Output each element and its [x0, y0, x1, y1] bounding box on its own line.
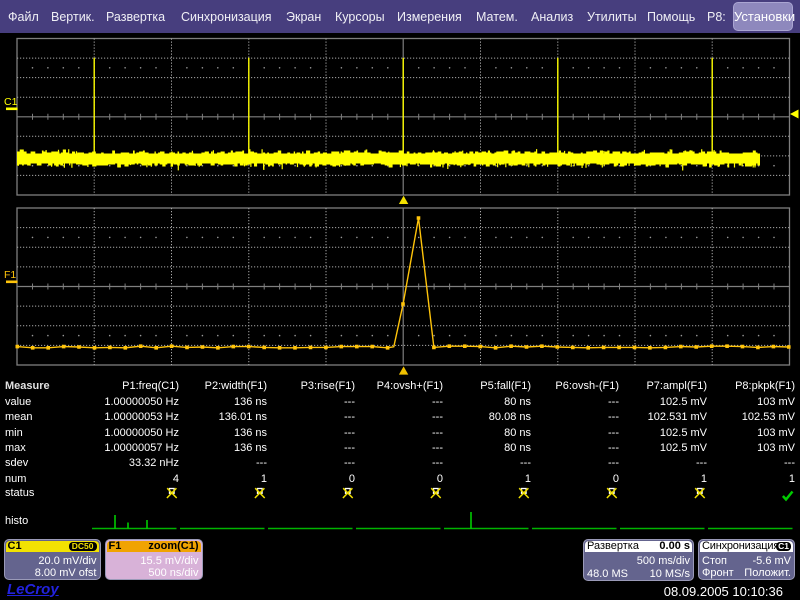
svg-text:C1: C1 — [4, 96, 18, 108]
svg-text:F1: F1 — [4, 269, 16, 281]
